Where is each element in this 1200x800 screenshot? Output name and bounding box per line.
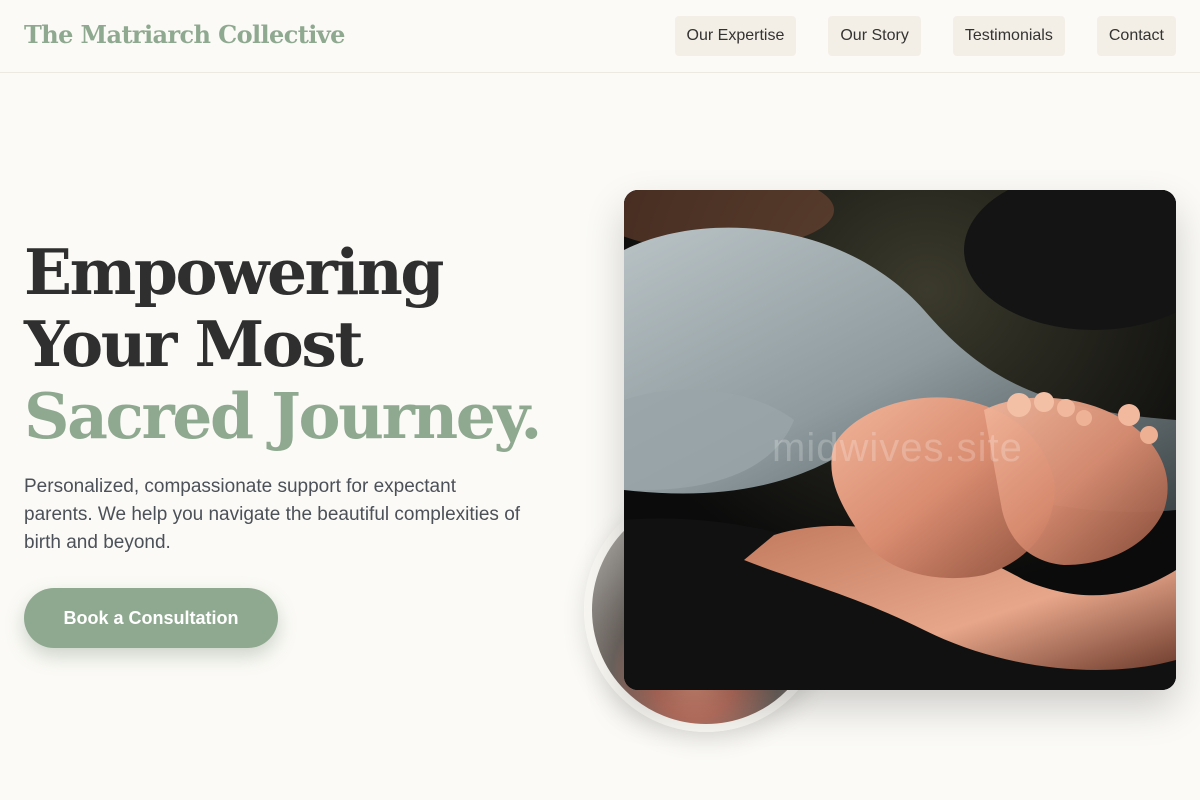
hero-title-line-1: Empowering <box>24 235 444 309</box>
nav-testimonials[interactable]: Testimonials <box>952 16 1065 56</box>
book-consultation-button[interactable]: Book a Consultation <box>24 588 278 648</box>
newborn-feet-in-hands-photo <box>624 190 1176 690</box>
main-nav: Our Expertise Our Story Testimonials Con… <box>674 16 1176 56</box>
site-header: The Matriarch Collective Our Expertise O… <box>0 0 1200 73</box>
nav-our-story[interactable]: Our Story <box>828 16 921 56</box>
nav-our-expertise[interactable]: Our Expertise <box>674 16 797 56</box>
brand-logo[interactable]: The Matriarch Collective <box>24 20 345 49</box>
hero-title-line-2: Your Most <box>24 307 364 381</box>
hero-title: Empowering Your Most Sacred Journey. <box>24 235 542 453</box>
hero-title-accent-line: Sacred Journey. <box>24 379 542 453</box>
hero-subtitle: Personalized, compassionate support for … <box>24 476 521 553</box>
nav-contact[interactable]: Contact <box>1096 16 1176 56</box>
